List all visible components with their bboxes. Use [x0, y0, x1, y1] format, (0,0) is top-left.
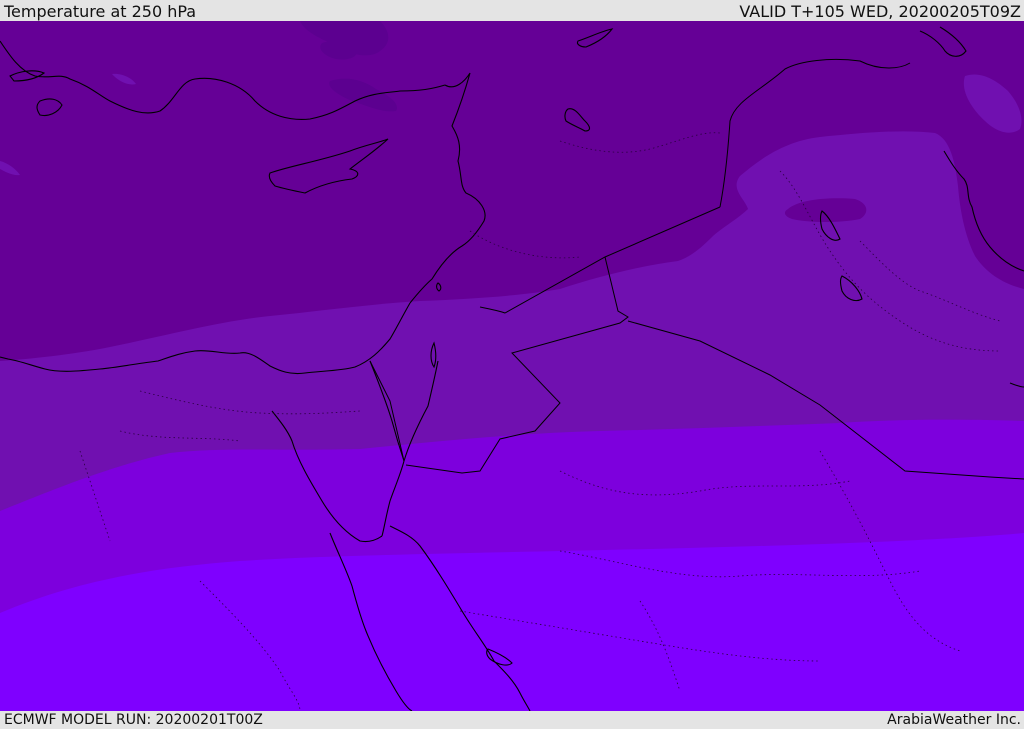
- valid-time: VALID T+105 WED, 20200205T09Z: [739, 2, 1021, 21]
- weather-map: [0, 21, 1024, 711]
- credit-label: ArabiaWeather Inc.: [887, 712, 1021, 728]
- model-run-label: ECMWF MODEL RUN: 20200201T00Z: [4, 712, 263, 728]
- header-bar: Temperature at 250 hPa VALID T+105 WED, …: [0, 0, 1024, 21]
- map-title: Temperature at 250 hPa: [4, 2, 197, 21]
- footer-bar: ECMWF MODEL RUN: 20200201T00Z ArabiaWeat…: [0, 711, 1024, 729]
